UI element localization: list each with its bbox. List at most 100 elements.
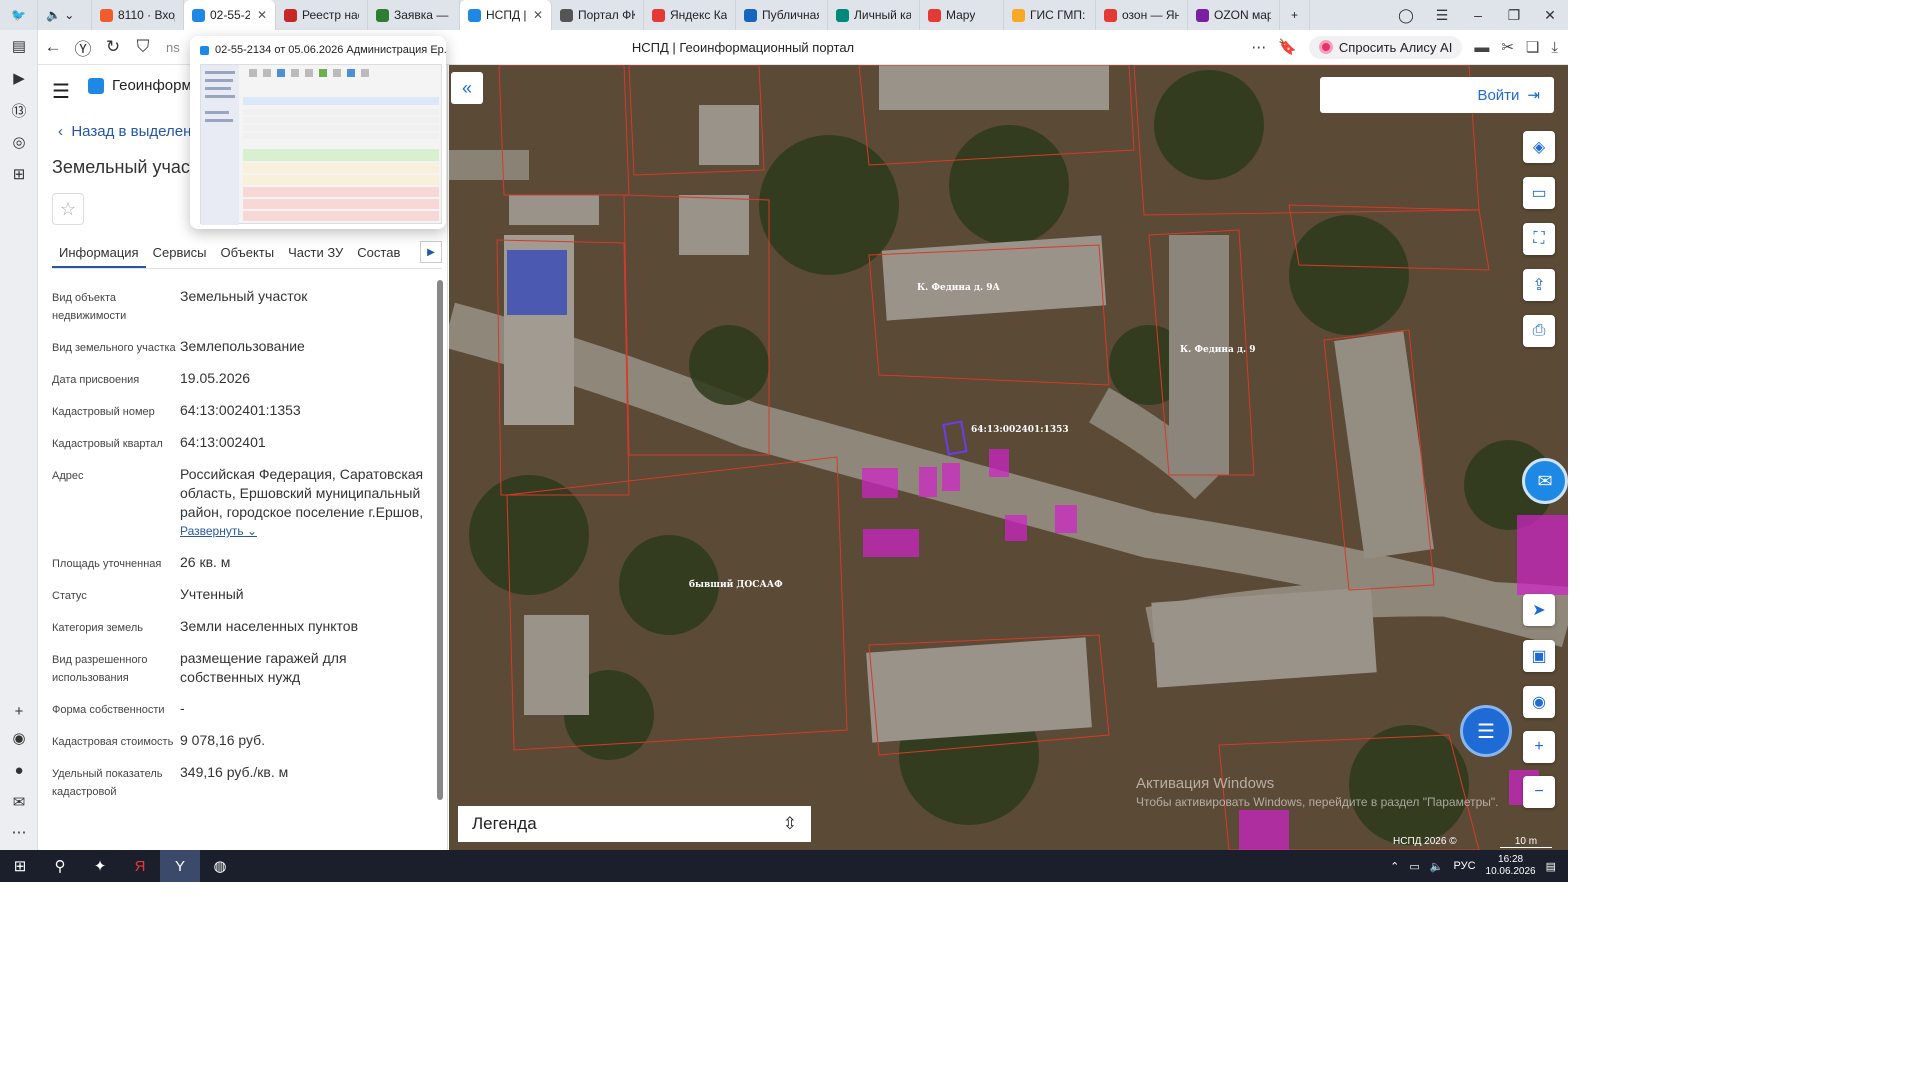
tab-preview-popup: 02-55-2134 от 05.06.2026 Администрация Е… (190, 36, 446, 229)
tab-list-button[interactable]: 🔈 ⌄ (38, 0, 92, 30)
restore-button[interactable]: ❐ (1496, 7, 1532, 24)
tray-chevron-icon[interactable]: ⌃ (1390, 860, 1399, 873)
tab-info[interactable]: Информация (52, 235, 146, 268)
video-icon[interactable]: ▶ (0, 62, 38, 94)
zoom-in-button[interactable]: + (1523, 731, 1555, 763)
browser-tab[interactable]: Портал ФК (552, 0, 644, 30)
more-icon[interactable]: ⋯ (0, 816, 38, 848)
tab-objects[interactable]: Объекты (213, 235, 281, 268)
favorite-star-button[interactable]: ☆ (52, 193, 84, 225)
assistant-button[interactable]: ✉ (1522, 458, 1568, 504)
attribute-value: 64:13:002401:1353 (180, 401, 432, 421)
legend-dropdown[interactable]: Легенда ⇳ (458, 806, 811, 842)
start-windows-icon[interactable]: ⊞ (0, 850, 40, 882)
attribute-row: Форма собственности - (52, 699, 432, 719)
panel-scrollbar[interactable] (437, 280, 443, 800)
close-tab-icon[interactable]: ✕ (533, 8, 543, 22)
back-arrow-icon[interactable]: ← (38, 37, 68, 57)
downloads-icon[interactable]: ⤓ (1551, 39, 1558, 56)
yandex-icon[interactable]: Ⓨ (68, 35, 98, 60)
locate-button[interactable]: ➤ (1523, 594, 1555, 626)
share-button[interactable]: ⇪ (1523, 269, 1555, 301)
geolocation-button[interactable]: ◉ (1523, 686, 1555, 718)
tab-label: Личный ка (854, 8, 911, 22)
chrome-icon[interactable]: ◍ (200, 850, 240, 882)
tab-parts[interactable]: Части ЗУ (281, 235, 350, 268)
expand-address-link[interactable]: Развернуть ⌄ (180, 522, 432, 541)
browser-tab[interactable]: ГИС ГМП: Н (1004, 0, 1096, 30)
attribute-row: Статус Учтенный (52, 585, 432, 605)
collections-icon[interactable]: ▤ (0, 30, 38, 62)
measure-button[interactable]: ▭ (1523, 177, 1555, 209)
hamburger-menu-icon[interactable]: ☰ (52, 79, 70, 104)
layers-button[interactable]: ◈ (1523, 131, 1555, 163)
minimap-button[interactable]: ▣ (1523, 640, 1555, 672)
clock-date: 10.06.2026 (1485, 866, 1536, 877)
zoom-out-button[interactable]: − (1523, 776, 1555, 808)
map-canvas[interactable] (449, 65, 1568, 850)
reload-icon[interactable]: ↻ (98, 37, 128, 57)
tab-services[interactable]: Сервисы (146, 235, 214, 268)
browser-tab[interactable]: озон — Янд (1096, 0, 1188, 30)
bookmark-icon[interactable]: 🔖 (1278, 38, 1297, 56)
collections-bookmark-icon[interactable]: ❏ (1526, 38, 1539, 56)
messenger-icon[interactable]: ● (0, 754, 38, 786)
tab-favicon-icon (1104, 8, 1117, 22)
browser-menu[interactable]: 🐦 (0, 0, 38, 30)
attribute-value-text: Российская Федерация, Саратовская област… (180, 466, 424, 520)
network-icon[interactable]: ▭ (1409, 860, 1419, 873)
language-indicator[interactable]: РУС (1454, 860, 1476, 872)
area-select-button[interactable]: ⛶ (1523, 223, 1555, 255)
yandex-browser-icon[interactable]: Я (120, 850, 160, 882)
browser-tab[interactable]: Мару (920, 0, 1004, 30)
yandex-app-icon[interactable]: Y (160, 850, 200, 882)
close-tab-icon[interactable]: ✕ (257, 8, 267, 22)
apps-icon[interactable]: ⊞ (0, 158, 38, 190)
close-window-button[interactable]: ✕ (1532, 7, 1568, 24)
browser-tab[interactable]: OZON марк (1188, 0, 1280, 30)
search-icon[interactable]: ⚲ (40, 850, 80, 882)
ask-alice-button[interactable]: Спросить Алису AI (1308, 35, 1463, 59)
more-dots-icon[interactable]: ⋯ (1251, 38, 1266, 56)
clock[interactable]: 16:28 10.06.2026 (1486, 854, 1536, 878)
browser-tab[interactable]: 8110 · Входя (92, 0, 184, 30)
browser-tab[interactable]: Публичная (736, 0, 828, 30)
menu-icon[interactable]: ☰ (1424, 7, 1460, 24)
collapse-panel-button[interactable]: « (451, 72, 483, 104)
screenshot-icon[interactable]: ◎ (0, 126, 38, 158)
tabs-next-arrow-icon[interactable]: ▶ (420, 241, 442, 263)
extension-icon[interactable]: ▬ (1474, 39, 1489, 56)
ask-alice-label: Спросить Алису AI (1338, 39, 1453, 55)
expand-label: Развернуть (180, 524, 244, 538)
print-button[interactable]: ⎙ (1523, 315, 1555, 347)
minimize-button[interactable]: – (1460, 7, 1496, 23)
browser-tab[interactable]: НСПД | Г ✕ (460, 0, 552, 30)
satellite-map[interactable]: К. Федина д. 9А К. Федина д. 9 64:13:002… (449, 65, 1568, 850)
portal-brand[interactable]: Геоинформа (88, 77, 200, 94)
legend-label: Легенда (472, 814, 537, 833)
attribute-value: 26 кв. м (180, 553, 432, 573)
calendar-icon[interactable]: ⑬ (0, 94, 38, 126)
attribute-row: Вид объекта недвижимости Земельный участо… (52, 287, 432, 325)
new-tab-button[interactable]: + (1280, 0, 1310, 30)
tools-icon[interactable]: ✂ (1501, 38, 1514, 56)
shield-icon[interactable]: ⛉ (128, 37, 158, 57)
printer-icon: ⎙ (1532, 322, 1546, 339)
browser-tab[interactable]: Реестр нас (276, 0, 368, 30)
browser-tab[interactable]: Личный ка (828, 0, 920, 30)
browser-tab[interactable]: 02-55-21 ✕ (184, 0, 276, 30)
tab-composition[interactable]: Состав (350, 235, 407, 268)
chat-button[interactable]: ☰ (1460, 705, 1512, 757)
app-icon-1[interactable]: ✦ (80, 850, 120, 882)
back-to-selection-link[interactable]: ‹ Назад в выделени (58, 123, 200, 140)
volume-icon[interactable]: 🔈 (1430, 860, 1444, 873)
tab-label: Публичная (762, 8, 819, 22)
alice-icon[interactable]: ◉ (0, 722, 38, 754)
login-button[interactable]: Войти ⇥ (1320, 77, 1554, 113)
profile-avatar-icon[interactable]: ◯ (1388, 7, 1424, 24)
mail-icon[interactable]: ✉ (0, 786, 38, 818)
browser-tab[interactable]: Яндекс Кар (644, 0, 736, 30)
notifications-icon[interactable]: ▤ (1546, 860, 1556, 873)
browser-tab[interactable]: Заявка — С (368, 0, 460, 30)
chat-bubble-icon: ☰ (1477, 720, 1495, 743)
